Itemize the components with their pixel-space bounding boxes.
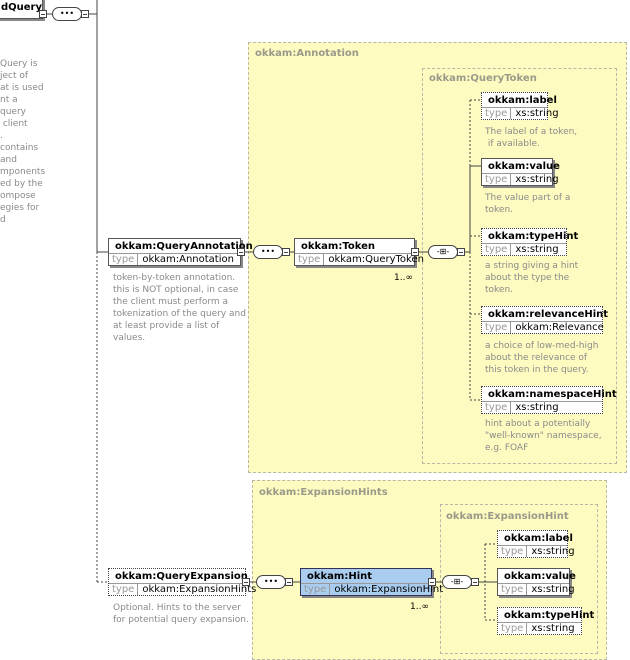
all-icon[interactable]: -⊞- [428, 245, 458, 259]
element-name: okkam:Token [301, 241, 375, 252]
element-type: xs:string [515, 174, 559, 185]
root-description-line: and [0, 155, 17, 165]
element-description: a choice of low-med-high about the relev… [485, 341, 599, 375]
collapse-toggle[interactable] [471, 578, 479, 586]
collapse-toggle[interactable] [411, 248, 419, 256]
token-element[interactable]: okkam:Token type okkam:QueryToken [294, 238, 424, 266]
element-type-row: type xs:string [482, 401, 602, 413]
element-type-row: type okkam:QueryToken [295, 253, 424, 265]
type-label: type [482, 108, 512, 119]
root-description-line: d [0, 215, 6, 225]
type-label: type [498, 546, 528, 557]
element-type: xs:string [515, 244, 559, 255]
element-name: okkam:QueryExpansion [115, 571, 248, 582]
collapse-toggle[interactable] [242, 578, 250, 586]
root-description-line: client [0, 119, 28, 129]
element-type: xs:string [515, 108, 559, 119]
element-type: xs:string [531, 584, 575, 595]
collapse-toggle[interactable] [282, 248, 290, 256]
root-description-line: query [0, 107, 26, 117]
collapse-toggle[interactable] [237, 248, 245, 256]
type-label: type [498, 623, 528, 634]
element-type-row: type okkam:ExpansionHint [301, 583, 443, 595]
root-description-line: ed by the [0, 179, 43, 189]
type-label: type [482, 322, 512, 333]
type-label: type [482, 402, 512, 413]
query-annotation-element[interactable]: okkam:QueryAnnotation type okkam:Annotati… [108, 238, 253, 266]
collapse-toggle[interactable] [285, 578, 293, 586]
cardinality-label: 1..∞ [410, 602, 429, 612]
root-description-line: ject of [0, 71, 29, 81]
collapse-toggle[interactable] [457, 248, 465, 256]
collapse-toggle[interactable] [81, 10, 89, 18]
type-label: type [482, 174, 512, 185]
element-type-row: type xs:string [482, 107, 559, 119]
token-child-element[interactable]: okkam:value type xs:string [481, 158, 560, 186]
element-type-row: type xs:string [482, 243, 566, 255]
root-description-line: nt a [0, 95, 18, 105]
element-type: xs:string [531, 623, 575, 634]
root-description-line: contains [0, 143, 39, 153]
sequence-icon[interactable]: ••• [256, 575, 286, 589]
hint-child-element[interactable]: okkam:typeHint type xs:string [497, 607, 595, 635]
all-icon[interactable]: -⊞- [442, 575, 472, 589]
sequence-icon[interactable]: ••• [52, 7, 82, 21]
collapse-toggle[interactable] [428, 578, 436, 586]
cardinality-label: 1..∞ [394, 273, 413, 283]
root-description-line: mponents [0, 167, 46, 177]
root-element-box[interactable]: dQuery [0, 0, 43, 19]
element-description: The value part of a token. [485, 193, 571, 215]
element-type-row: type okkam:ExpansionHints [109, 583, 256, 595]
element-type-row: type okkam:Annotation [109, 253, 240, 265]
token-child-element[interactable]: okkam:label type xs:string [481, 92, 559, 120]
token-child-element[interactable]: okkam:namespaceHint type xs:string [481, 386, 617, 414]
element-description: Optional. Hints to the server for potent… [113, 603, 249, 625]
type-label: type [295, 254, 325, 265]
root-description-line: egies for [0, 203, 40, 213]
element-name: okkam:value [488, 161, 560, 172]
element-name: okkam:namespaceHint [488, 389, 617, 400]
element-type-row: type xs:string [482, 173, 559, 185]
root-description-line: . [0, 131, 3, 141]
element-name: okkam:typeHint [488, 231, 579, 242]
element-description: hint about a potentially "well-known" na… [485, 419, 602, 453]
token-child-element[interactable]: okkam:relevanceHint type okkam:Relevance [481, 306, 609, 334]
element-type-row: type xs:string [498, 545, 575, 557]
type-label: type [301, 584, 331, 595]
element-type-row: type okkam:Relevance [482, 321, 604, 333]
element-name: okkam:Hint [307, 571, 373, 582]
root-description-line: Query is [0, 59, 38, 69]
hint-element[interactable]: okkam:Hint type okkam:ExpansionHint [300, 568, 443, 596]
token-child-element[interactable]: okkam:typeHint type xs:string [481, 228, 579, 256]
type-label: type [109, 254, 139, 265]
hint-child-element[interactable]: okkam:label type xs:string [497, 530, 575, 558]
element-type: xs:string [531, 546, 575, 557]
element-name: okkam:label [504, 533, 573, 544]
root-description-line: at is used [0, 83, 44, 93]
root-description-line: ompose [0, 191, 36, 201]
query-expansion-element[interactable]: okkam:QueryExpansion type okkam:Expansion… [108, 568, 256, 596]
element-type: okkam:Relevance [515, 322, 604, 333]
type-label: type [109, 584, 139, 595]
element-type: okkam:Annotation [142, 254, 234, 265]
element-type-row: type xs:string [498, 622, 581, 634]
type-label: type [482, 244, 512, 255]
element-type-row: type xs:string [498, 583, 575, 595]
element-type: xs:string [515, 402, 559, 413]
element-name: okkam:typeHint [504, 610, 595, 621]
collapse-toggle[interactable] [39, 10, 47, 18]
root-element-name: dQuery [1, 2, 43, 13]
element-name: okkam:relevanceHint [488, 309, 609, 320]
element-name: okkam:label [488, 95, 557, 106]
element-description: a string giving a hint about the type th… [485, 261, 579, 295]
type-label: type [498, 584, 528, 595]
hint-child-element[interactable]: okkam:value type xs:string [497, 568, 576, 596]
element-description: token-by-token annotation. this is NOT o… [113, 273, 246, 343]
element-description: The label of a token, if available. [485, 127, 578, 149]
element-name: okkam:QueryAnnotation [115, 241, 253, 252]
element-name: okkam:value [504, 571, 576, 582]
sequence-icon[interactable]: ••• [253, 245, 283, 259]
